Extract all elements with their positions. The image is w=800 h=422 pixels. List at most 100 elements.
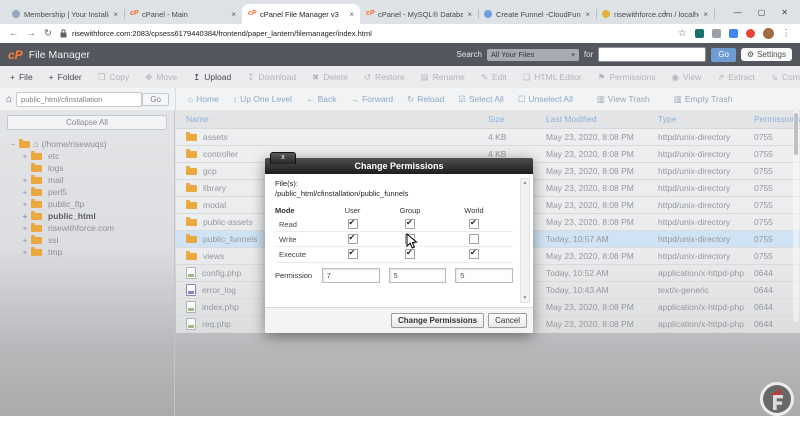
tab-close-icon[interactable]: × (113, 10, 118, 19)
window-close-button[interactable]: ✕ (781, 8, 788, 17)
browser-tab[interactable]: cP cPanel File Manager v3 × (242, 4, 360, 24)
tree-item[interactable]: + public_ftp (10, 198, 174, 210)
tree-expander-icon[interactable]: + (22, 200, 28, 209)
window-minimize-button[interactable]: — (734, 8, 742, 17)
cancel-button[interactable]: Cancel (488, 313, 527, 328)
toolbar-button[interactable]: ✥ Move (145, 72, 177, 83)
toolbar-button[interactable]: ⇗ Extract (717, 72, 755, 83)
browser-tab[interactable]: cP cPanel - Main × (124, 4, 242, 24)
world-checkbox[interactable] (469, 249, 479, 259)
nav-link[interactable]: ☑ Select All (458, 94, 504, 105)
toolbar-button[interactable]: ↺ Restore (364, 72, 405, 83)
tree-item[interactable]: + tmp (10, 246, 174, 258)
world-checkbox[interactable] (469, 234, 479, 244)
nav-link[interactable]: ▥ Empty Trash (674, 94, 733, 105)
table-row[interactable]: assets 4 KB May 23, 2020, 8:08 PM httpd/… (176, 129, 800, 146)
extension-icon[interactable] (695, 29, 704, 38)
browser-tab[interactable]: risewithforce.com / localho × (596, 4, 714, 24)
user-permission-input[interactable]: 7 (322, 268, 380, 283)
tree-item[interactable]: + public_html (10, 210, 174, 222)
toolbar-button[interactable]: + File (10, 72, 33, 82)
tree-item[interactable]: logs (10, 162, 174, 174)
settings-button[interactable]: ⚙ Settings (741, 48, 792, 61)
new-tab-button[interactable]: + (662, 8, 668, 20)
window-maximize-button[interactable]: ▢ (758, 8, 766, 17)
group-checkbox[interactable] (405, 219, 415, 229)
column-header-name[interactable]: Name (186, 114, 488, 124)
tab-close-icon[interactable]: × (703, 10, 708, 19)
tree-item[interactable]: + ssl (10, 234, 174, 246)
browser-tab[interactable]: Membership | Your Installa × (6, 4, 124, 24)
toolbar-button[interactable]: ↧ Download (247, 72, 296, 83)
group-permission-input[interactable]: 5 (389, 268, 447, 283)
bookmark-star-icon[interactable]: ☆ (678, 28, 687, 39)
dialog-scrollbar[interactable]: ▲ ▼ (520, 178, 530, 303)
nav-link[interactable]: ☐ Unselect All (518, 94, 573, 105)
tree-expander-icon[interactable]: + (22, 152, 28, 161)
user-checkbox[interactable] (348, 249, 358, 259)
search-input[interactable] (598, 47, 706, 62)
home-icon[interactable]: ⌂ (6, 94, 12, 105)
change-permissions-button[interactable]: Change Permissions (391, 313, 484, 328)
toolbar-button[interactable]: ✎ Edit (481, 72, 507, 83)
scroll-down-icon[interactable]: ▼ (523, 295, 528, 301)
toolbar-button[interactable]: ◉ View (672, 72, 702, 83)
path-go-button[interactable]: Go (142, 93, 169, 106)
tree-expander-icon[interactable]: + (22, 188, 28, 197)
extension-icon[interactable] (729, 29, 738, 38)
profile-avatar[interactable] (763, 28, 774, 39)
nav-link[interactable]: ← Back (306, 94, 336, 104)
toolbar-button[interactable]: ❐ Copy (98, 72, 129, 83)
tree-expander-icon[interactable]: + (22, 248, 28, 257)
browser-tab[interactable]: Create Funnel -CloudFunn × (478, 4, 596, 24)
tree-item[interactable]: − ⌂ (/home/risewuqs) (10, 138, 174, 150)
toolbar-button[interactable]: ▤ Rename (421, 72, 465, 83)
tab-close-icon[interactable]: × (231, 10, 236, 19)
table-scrollbar[interactable] (793, 110, 799, 322)
collapse-all-button[interactable]: Collapse All (7, 115, 167, 130)
world-permission-input[interactable]: 5 (455, 268, 513, 283)
nav-link[interactable]: ↻ Reload (407, 94, 444, 105)
search-go-button[interactable]: Go (711, 48, 736, 62)
user-checkbox[interactable] (348, 234, 358, 244)
url-bar[interactable]: risewithforce.com:2083/cpsess6179440384/… (60, 27, 670, 41)
tree-expander-icon[interactable]: + (22, 224, 28, 233)
tab-close-icon[interactable]: × (585, 10, 590, 19)
scroll-up-icon[interactable]: ▲ (523, 180, 528, 186)
tree-item[interactable]: + perl5 (10, 186, 174, 198)
search-scope-select[interactable]: All Your Files (487, 49, 579, 61)
tree-expander-icon[interactable]: + (22, 236, 28, 245)
tab-close-icon[interactable]: × (467, 10, 472, 19)
user-checkbox[interactable] (348, 219, 358, 229)
browser-menu-icon[interactable]: ⋮ (782, 28, 792, 39)
translate-extension-icon[interactable] (746, 29, 755, 38)
column-header-size[interactable]: Size (488, 114, 546, 124)
tree-item[interactable]: + risewithforce.com (10, 222, 174, 234)
tree-expander-icon[interactable]: − (10, 140, 16, 149)
nav-link[interactable]: ↕ Up One Level (233, 94, 292, 104)
toolbar-button[interactable]: + Folder (49, 72, 82, 82)
back-icon[interactable]: ← (9, 28, 19, 39)
tree-item[interactable]: + etc (10, 150, 174, 162)
path-input[interactable]: public_html/cfinstallation (16, 92, 142, 107)
tab-close-icon[interactable]: × (349, 10, 354, 19)
world-checkbox[interactable] (469, 219, 479, 229)
toolbar-button[interactable]: ⇘ Compress (771, 72, 800, 83)
tree-item[interactable]: + mail (10, 174, 174, 186)
toolbar-button[interactable]: ⚑ Permissions (598, 72, 656, 83)
nav-link[interactable]: ▥ View Trash (597, 94, 650, 105)
reload-icon[interactable]: ↻ (44, 28, 52, 39)
tree-expander-icon[interactable]: + (22, 176, 28, 185)
toolbar-button[interactable]: ✖ Delete (312, 72, 348, 83)
browser-tab[interactable]: cP cPanel - MySQL® Databas × (360, 4, 478, 24)
dialog-close-button[interactable]: x (270, 152, 296, 164)
column-header-type[interactable]: Type (658, 114, 754, 124)
nav-link[interactable]: ⌂ Home (188, 94, 219, 104)
column-header-modified[interactable]: Last Modified (546, 114, 658, 124)
tree-expander-icon[interactable]: + (22, 212, 28, 221)
toolbar-button[interactable]: ❏ HTML Editor (523, 72, 582, 83)
forward-icon[interactable]: → (27, 28, 37, 39)
extension-icon[interactable] (712, 29, 721, 38)
toolbar-button[interactable]: ↥ Upload (193, 72, 231, 83)
nav-link[interactable]: → Forward (350, 94, 393, 104)
